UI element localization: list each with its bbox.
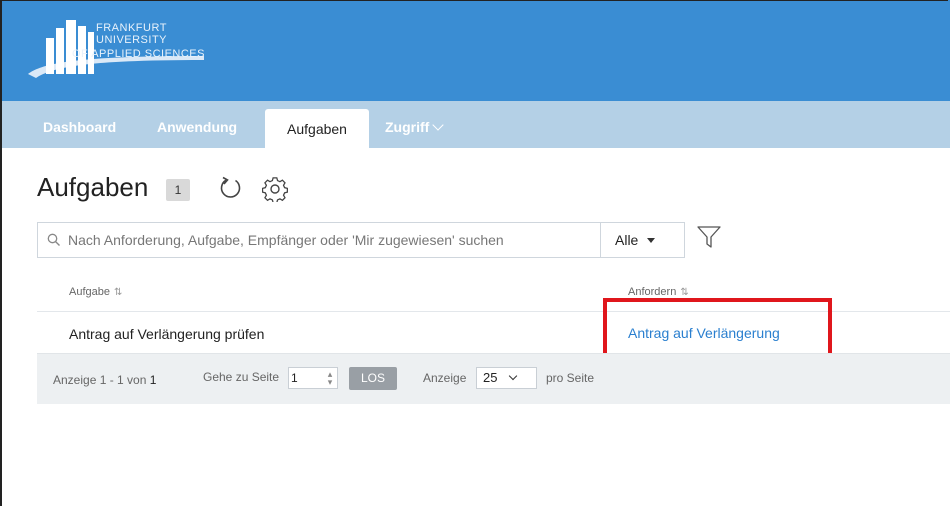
screenshot-frame (0, 0, 948, 506)
